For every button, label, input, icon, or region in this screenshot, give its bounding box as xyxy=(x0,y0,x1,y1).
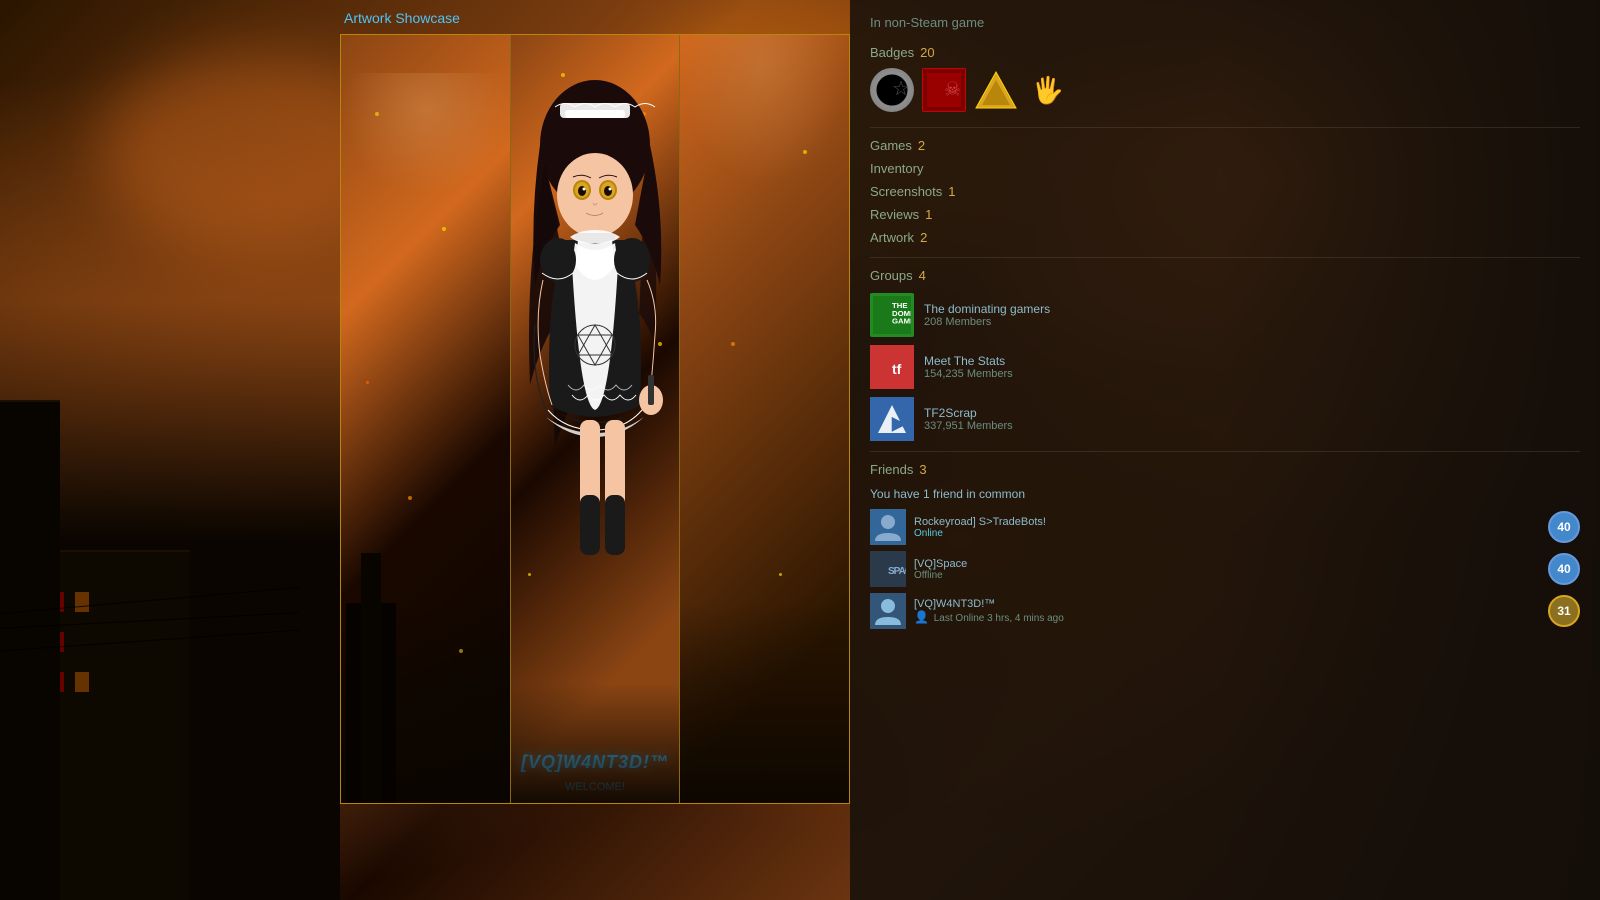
divider-2 xyxy=(870,257,1580,258)
friend-item-vqw4nt3d[interactable]: [VQ]W4NT3D!™ 👤 Last Online 3 hrs, 4 mins… xyxy=(870,593,1580,629)
inventory-label: Inventory xyxy=(870,161,923,176)
main-container: Artwork Showcase xyxy=(0,0,1600,900)
friends-label: Friends xyxy=(870,462,913,477)
group-members-meetstats: 154,235 Members xyxy=(924,368,1580,380)
artwork-count: 2 xyxy=(920,230,927,245)
friends-header: Friends 3 xyxy=(870,462,1580,477)
group-icon-tf2scrap: ▶ xyxy=(870,397,914,441)
last-online-icon: 👤 xyxy=(914,610,929,624)
badge-triangle[interactable] xyxy=(974,68,1018,112)
status-text: In non-Steam game xyxy=(870,15,984,30)
stats-list: Games 2 Inventory Screenshots 1 Reviews … xyxy=(870,138,1580,245)
common-count: 1 friend xyxy=(923,487,966,501)
friend-item-rockeyroad[interactable]: Rockeyroad] S>TradeBots! Online 40 xyxy=(870,509,1580,545)
group-item-tf2scrap[interactable]: ▶ TF2Scrap 337,951 Members xyxy=(870,397,1580,441)
games-count: 2 xyxy=(918,138,925,153)
group-info-tf2scrap: TF2Scrap 337,951 Members xyxy=(924,406,1580,432)
artwork-frames-container: [VQ]W4NT3D!™ WELCOME! xyxy=(340,34,850,804)
svg-text:☠: ☠ xyxy=(944,80,961,101)
friend-item-vqspace[interactable]: SPACE [VQ]Space Offline 40 xyxy=(870,551,1580,587)
groups-header: Groups 4 xyxy=(870,268,1580,283)
stat-screenshots[interactable]: Screenshots 1 xyxy=(870,184,1580,199)
badge-icons-container: ☆ ☠ 🖐 xyxy=(870,68,1580,112)
group-icon-dominating: THEDOMINATINGGAMERS xyxy=(870,293,914,337)
group-name-dominating[interactable]: The dominating gamers xyxy=(924,302,1580,316)
svg-text:tf: tf xyxy=(892,361,902,377)
friend-info-vqspace: [VQ]Space Offline xyxy=(914,558,1540,581)
friend-avatar-vqw4nt3d xyxy=(870,593,906,629)
svg-text:▶: ▶ xyxy=(891,413,907,433)
status-bar: In non-Steam game xyxy=(870,15,1580,30)
stat-reviews[interactable]: Reviews 1 xyxy=(870,207,1580,222)
artwork-frame-center[interactable]: [VQ]W4NT3D!™ WELCOME! xyxy=(511,35,681,803)
screenshots-label: Screenshots xyxy=(870,184,942,199)
stat-games[interactable]: Games 2 xyxy=(870,138,1580,153)
group-members-tf2scrap: 337,951 Members xyxy=(924,420,1580,432)
divider-3 xyxy=(870,451,1580,452)
badges-label: Badges xyxy=(870,45,914,60)
frame-bottom-gradient xyxy=(511,683,680,803)
friend-info-vqw4nt3d: [VQ]W4NT3D!™ 👤 Last Online 3 hrs, 4 mins… xyxy=(914,598,1540,624)
divider-1 xyxy=(870,127,1580,128)
friend-level-rockey: 40 xyxy=(1548,511,1580,543)
artwork-showcase-title: Artwork Showcase xyxy=(340,10,850,26)
badge-hand[interactable]: 🖐 xyxy=(1026,68,1070,112)
groups-label: Groups xyxy=(870,268,913,283)
friend-status-vqspace: Offline xyxy=(914,570,1540,581)
center-panel: Artwork Showcase xyxy=(340,0,850,900)
maid-character-svg xyxy=(511,65,680,585)
badges-count: 20 xyxy=(920,45,934,60)
badges-row: Badges 20 xyxy=(870,45,1580,60)
games-label: Games xyxy=(870,138,912,153)
group-info-meetstats: Meet The Stats 154,235 Members xyxy=(924,354,1580,380)
badge-red[interactable]: ☠ xyxy=(922,68,966,112)
group-members-dominating: 208 Members xyxy=(924,316,1580,328)
groups-count: 4 xyxy=(919,268,926,283)
right-panel: In non-Steam game Badges 20 ☆ ☠ 🖐 xyxy=(850,0,1600,900)
friend-avatar-rockey xyxy=(870,509,906,545)
badges-section: Badges 20 ☆ ☠ 🖐 xyxy=(870,45,1580,112)
group-icon-meetstats: tf xyxy=(870,345,914,389)
friend-avatar-vqspace: SPACE xyxy=(870,551,906,587)
friends-section: Friends 3 You have 1 friend in common Ro… xyxy=(870,462,1580,629)
stat-artwork[interactable]: Artwork 2 xyxy=(870,230,1580,245)
badge-silver[interactable]: ☆ xyxy=(870,68,914,112)
friends-count: 3 xyxy=(919,462,926,477)
group-info-dominating: The dominating gamers 208 Members xyxy=(924,302,1580,328)
svg-text:SPACE: SPACE xyxy=(888,566,906,577)
friend-name-rockey[interactable]: Rockeyroad] S>TradeBots! xyxy=(914,516,1540,528)
friend-name-vqspace[interactable]: [VQ]Space xyxy=(914,558,1540,570)
friend-info-rockey: Rockeyroad] S>TradeBots! Online xyxy=(914,516,1540,539)
artwork-frame-left[interactable] xyxy=(341,35,511,803)
reviews-label: Reviews xyxy=(870,207,919,222)
friends-common: You have 1 friend in common xyxy=(870,487,1580,501)
common-suffix: in common xyxy=(966,487,1025,501)
group-name-meetstats[interactable]: Meet The Stats xyxy=(924,354,1580,368)
group-item-meetstats[interactable]: tf Meet The Stats 154,235 Members xyxy=(870,345,1580,389)
artwork-label: Artwork xyxy=(870,230,914,245)
artwork-frame-right[interactable] xyxy=(680,35,849,803)
group-name-tf2scrap[interactable]: TF2Scrap xyxy=(924,406,1580,420)
reviews-count: 1 xyxy=(925,207,932,222)
friend-status-rockey: Online xyxy=(914,528,1540,539)
left-spacer xyxy=(0,0,340,900)
svg-text:GAMERS: GAMERS xyxy=(892,317,911,326)
friend-level-vqspace: 40 xyxy=(1548,553,1580,585)
group-item-dominating[interactable]: THEDOMINATINGGAMERS The dominating gamer… xyxy=(870,293,1580,337)
svg-text:☆: ☆ xyxy=(892,78,910,100)
friend-name-vqw4nt3d[interactable]: [VQ]W4NT3D!™ xyxy=(914,598,1540,610)
stat-inventory[interactable]: Inventory xyxy=(870,161,1580,176)
friend-level-vqw4nt3d: 31 xyxy=(1548,595,1580,627)
common-text: You have xyxy=(870,487,920,501)
friend-status-vqw4nt3d: 👤 Last Online 3 hrs, 4 mins ago xyxy=(914,610,1540,624)
screenshots-count: 1 xyxy=(948,184,955,199)
